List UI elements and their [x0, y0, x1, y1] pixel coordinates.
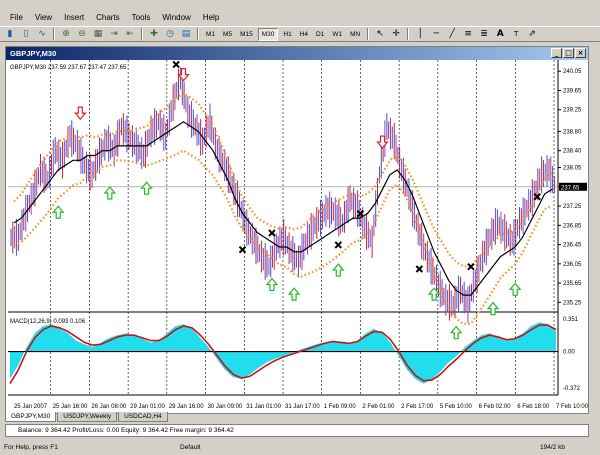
- zoom-out-icon[interactable]: ⊖: [75, 28, 89, 41]
- toolbar: ▮ ▯ ∿ ⊕ ⊖ ▦ ⇥ ⇤ ✚ ◷ ▤ M1 M5 M15 M30 H1 H…: [0, 26, 600, 42]
- chart-tabs: GBPJPY,M30 USDJPY,Weekly USDCAD,H4: [5, 412, 169, 422]
- periods-icon[interactable]: ◷: [163, 28, 177, 41]
- price-axis-label: 237.25: [563, 204, 582, 210]
- timeframe-h4-button[interactable]: H4: [297, 28, 311, 41]
- time-axis-label: 5 Feb 10:00: [440, 404, 473, 410]
- channel-icon[interactable]: ≡: [461, 28, 475, 41]
- price-axis-label: 236.45: [563, 243, 582, 249]
- menu-window[interactable]: Window: [156, 10, 196, 26]
- crosshair-icon[interactable]: ✛: [389, 28, 403, 41]
- time-axis-label: 6 Feb 02:00: [479, 404, 512, 410]
- chart-window-title-bar[interactable]: GBPJPY,M30 _ □ ×: [6, 47, 588, 60]
- toolbar-separator: [197, 28, 199, 40]
- time-axis-label: 26 Jan 08:00: [91, 404, 126, 410]
- price-axis-label: 239.65: [563, 88, 582, 94]
- timeframe-m1-button[interactable]: M1: [203, 28, 218, 41]
- vertical-line-icon[interactable]: │: [413, 28, 427, 41]
- menu-bar: File View Insert Charts Tools Window Hel…: [0, 10, 600, 26]
- tab-usdjpy-weekly[interactable]: USDJPY,Weekly: [57, 412, 118, 422]
- status-bar: For Help, press F1 Default 194/2 kb: [0, 441, 600, 455]
- right-scroll-strip: [592, 46, 600, 436]
- macd-label: MACD(12,26,9) 0.093 0.106: [10, 319, 86, 325]
- timeframe-m30-button[interactable]: M30: [257, 27, 279, 41]
- horizontal-line-icon[interactable]: ─: [429, 28, 443, 41]
- time-axis-label: 31 Jan 17:00: [285, 404, 320, 410]
- time-axis-label: 6 Feb 18:00: [517, 404, 550, 410]
- timeframe-w1-button[interactable]: W1: [329, 28, 345, 41]
- timeframe-mn-button[interactable]: MN: [347, 28, 363, 41]
- time-axis-label: 29 Jan 16:00: [169, 404, 204, 410]
- price-axis-label: 240.05: [563, 69, 582, 75]
- close-icon[interactable]: ×: [575, 48, 586, 58]
- indicators-icon[interactable]: ✚: [147, 28, 161, 41]
- price-axis-label: 235.25: [563, 300, 582, 306]
- tile-windows-icon[interactable]: ▦: [91, 28, 105, 41]
- menu-file[interactable]: File: [4, 10, 29, 26]
- menu-charts[interactable]: Charts: [90, 10, 126, 26]
- timeframe-h1-button[interactable]: H1: [280, 28, 294, 41]
- text-tool-icon[interactable]: A: [493, 28, 507, 41]
- timeframe-d1-button[interactable]: D1: [313, 28, 327, 41]
- price-axis-label: 235.65: [563, 281, 582, 287]
- fibonacci-icon[interactable]: ≣: [477, 28, 491, 41]
- menu-tools[interactable]: Tools: [126, 10, 157, 26]
- macd-axis-label: 0.00: [563, 350, 575, 356]
- label-tool-icon[interactable]: T: [509, 28, 523, 41]
- terminal-balance-text: Balance: 9 364.42 Profit/Loss: 0.00 Equi…: [18, 427, 234, 434]
- autoscroll-icon[interactable]: ⇥: [107, 28, 121, 41]
- time-axis-label: 7 Feb 10:00: [556, 404, 588, 410]
- window-controls: _ □ ×: [550, 48, 586, 58]
- price-axis-label: 239.25: [563, 108, 582, 114]
- chart-shift-icon[interactable]: ⇤: [123, 28, 137, 41]
- time-axis-label: 29 Jan 01:00: [130, 404, 165, 410]
- toolbar-separator: [141, 28, 143, 40]
- arrows-tool-icon[interactable]: ⇗: [525, 28, 539, 41]
- tab-gbpjpy-m30[interactable]: GBPJPY,M30: [5, 412, 57, 422]
- price-axis-label: 236.05: [563, 262, 582, 268]
- symbol-info-label: GBPJPY,M30 237.59 237.67 237.47 237.65: [10, 65, 127, 71]
- trendline-icon[interactable]: ╱: [445, 28, 459, 41]
- menu-view[interactable]: View: [29, 10, 58, 26]
- minimize-icon[interactable]: _: [551, 48, 562, 58]
- menu-help[interactable]: Help: [197, 10, 225, 26]
- price-chart[interactable]: 25 Jan 2007 25 Jan 16:00 26 Jan 08:00 29 Ja…: [6, 60, 588, 413]
- price-axis-label: 238.80: [563, 129, 582, 135]
- app-window: File View Insert Charts Tools Window Hel…: [0, 0, 600, 455]
- current-price-label: 237.65: [561, 185, 580, 191]
- status-traffic: 194/2 kb: [540, 444, 565, 451]
- price-axis-label: 238.40: [563, 149, 582, 155]
- status-help-text: For Help, press F1: [4, 444, 58, 451]
- time-axis-label: 25 Jan 2007: [14, 404, 48, 410]
- toolbar-separator: [407, 28, 410, 40]
- timeframe-m15-button[interactable]: M15: [237, 28, 256, 41]
- toolbar-separator: [53, 28, 55, 40]
- toolbar-separator: [367, 28, 370, 40]
- toolbar-candles-icon[interactable]: ▯: [19, 28, 33, 41]
- time-axis-label: 30 Jan 09:00: [208, 404, 243, 410]
- tab-usdcad-h4[interactable]: USDCAD,H4: [118, 412, 168, 422]
- terminal-balance-line: Balance: 9 364.42 Profit/Loss: 0.00 Equi…: [5, 424, 589, 437]
- timeframe-m5-button[interactable]: M5: [220, 28, 235, 41]
- time-axis-label: 2 Feb 01:00: [362, 404, 395, 410]
- toolbar-chart-bars-icon[interactable]: ▮: [3, 28, 17, 41]
- macd-axis-label: -0.372: [563, 386, 581, 392]
- price-axis-label: 236.85: [563, 223, 582, 229]
- zoom-in-icon[interactable]: ⊕: [59, 28, 73, 41]
- chart-window: GBPJPY,M30 _ □ × 25 Jan 2007 25 Jan 16:00…: [5, 46, 589, 414]
- time-axis-label: 31 Jan 01:00: [246, 404, 281, 410]
- toolbar-line-chart-icon[interactable]: ∿: [35, 28, 49, 41]
- cursor-icon[interactable]: ↖: [373, 28, 387, 41]
- chart-window-title: GBPJPY,M30: [10, 49, 57, 58]
- time-axis-label: 1 Feb 09:00: [324, 404, 357, 410]
- menu-insert[interactable]: Insert: [58, 10, 90, 26]
- status-profile: Default: [180, 444, 201, 451]
- time-axis-label: 2 Feb 17:00: [401, 404, 434, 410]
- price-axis-label: 238.05: [563, 166, 582, 172]
- time-axis-label: 25 Jan 16:00: [53, 404, 88, 410]
- maximize-icon[interactable]: □: [563, 48, 574, 58]
- templates-icon[interactable]: ▤: [179, 28, 193, 41]
- macd-axis-label: 0.351: [563, 317, 579, 323]
